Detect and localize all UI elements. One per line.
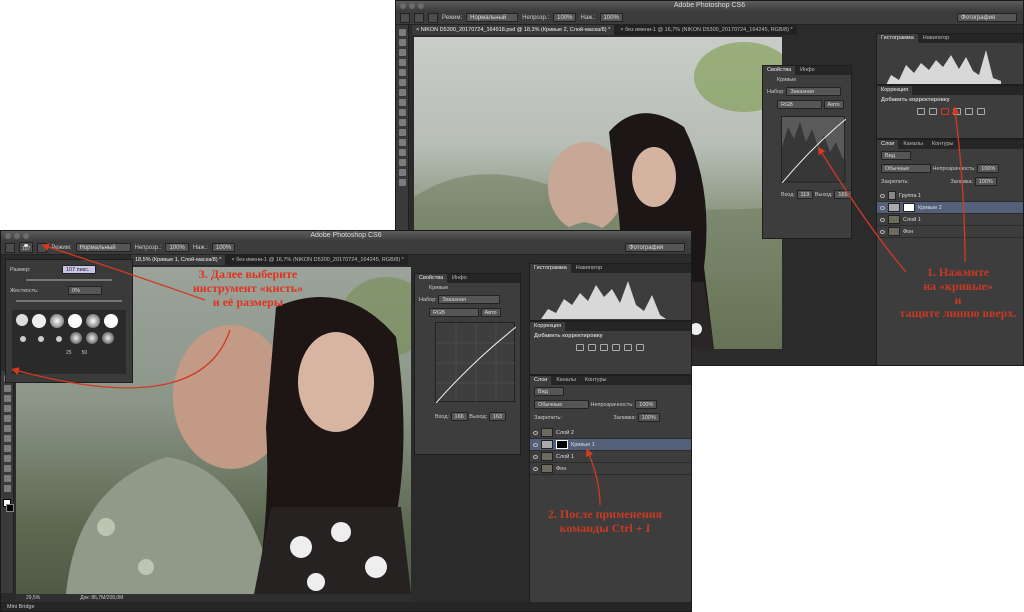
annotation-arrows <box>11 106 966 506</box>
annotation-step-1: 1. Нажмите на «кривые» и тащите линию вв… <box>892 265 1024 321</box>
annotation-line: 1. Нажмите <box>926 265 990 279</box>
annotation-line: тащите линию вверх. <box>899 306 1017 321</box>
annotation-line: на «кривые» <box>923 278 993 293</box>
annotation-line: 3. Далее выберите <box>198 267 298 281</box>
annotation-line: команды Ctrl + I <box>559 520 651 535</box>
annotation-line: и <box>954 292 962 307</box>
annotation-line: инструмент «кисть» <box>192 280 304 295</box>
annotation-line: и её размеры <box>212 294 284 309</box>
annotation-step-2: 2. После применения команды Ctrl + I <box>530 507 680 536</box>
annotation-line: 2. После применения <box>547 507 663 521</box>
annotation-step-3: 3. Далее выберите инструмент «кисть» и е… <box>178 267 318 309</box>
